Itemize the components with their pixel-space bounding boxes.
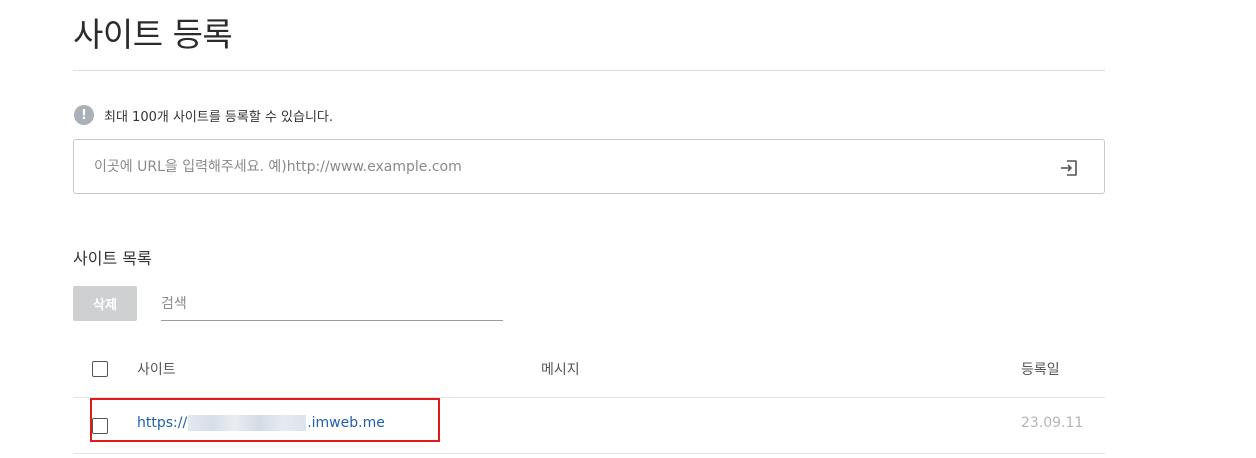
url-input-box — [73, 139, 1105, 194]
title-divider — [73, 70, 1105, 71]
site-registration-page: 사이트 등록 ! 최대 100개 사이트를 등록할 수 있습니다. 사이트 목록… — [0, 0, 1256, 458]
page-title: 사이트 등록 — [73, 15, 233, 54]
site-url-prefix: https:// — [137, 415, 188, 431]
column-header-message: 메시지 — [541, 362, 580, 378]
column-header-site: 사이트 — [137, 362, 176, 378]
registration-date: 23.09.11 — [1021, 415, 1084, 431]
column-header-registered: 등록일 — [1021, 362, 1060, 378]
info-icon: ! — [74, 105, 94, 125]
select-all-checkbox[interactable] — [92, 361, 108, 377]
header-divider — [73, 397, 1105, 398]
site-url-suffix: .imweb.me — [307, 415, 385, 431]
enter-arrow-icon[interactable] — [1058, 157, 1080, 179]
url-input[interactable] — [94, 140, 1034, 193]
row-divider — [73, 453, 1105, 454]
delete-button[interactable]: 삭제 — [73, 286, 137, 321]
notice: ! 최대 100개 사이트를 등록할 수 있습니다. — [74, 104, 333, 126]
search-input[interactable] — [161, 288, 503, 321]
redacted-subdomain — [188, 415, 307, 431]
site-list-title: 사이트 목록 — [73, 249, 152, 268]
row-checkbox[interactable] — [92, 418, 108, 434]
notice-text: 최대 100개 사이트를 등록할 수 있습니다. — [104, 109, 334, 125]
site-url-link[interactable]: https:// .imweb.me — [137, 415, 385, 431]
